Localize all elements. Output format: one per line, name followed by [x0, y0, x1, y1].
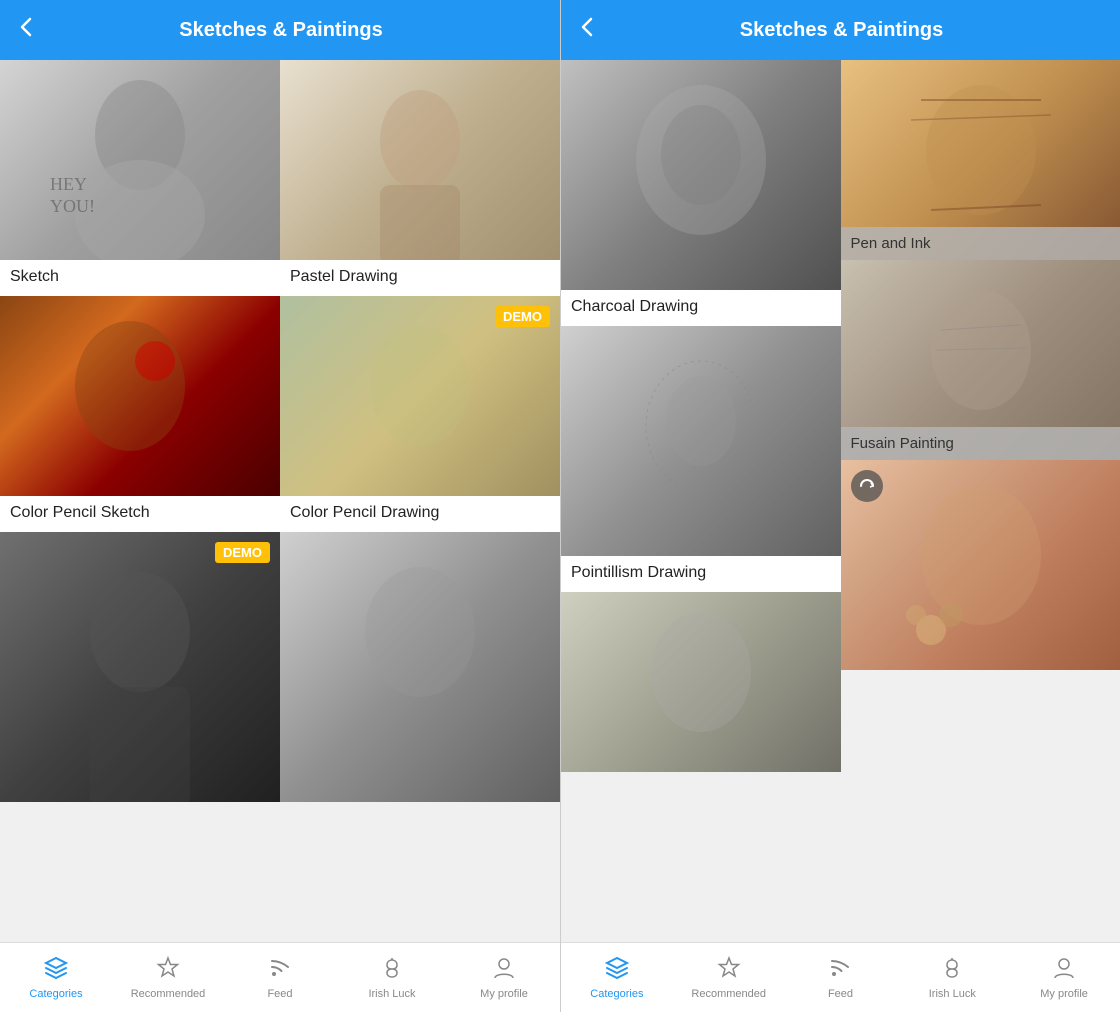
feed-icon [267, 955, 293, 985]
tab-categories-right[interactable]: Categories [561, 949, 673, 1006]
right-right-col: Pen and Ink Fusain Painting [841, 60, 1120, 772]
tab-label-my-profile-right: My profile [1040, 988, 1088, 1000]
filter-thumb-pointillism [561, 326, 841, 556]
filter-item-double-exp[interactable] [841, 460, 1120, 670]
demo-badge-new: DEMO [215, 542, 270, 563]
right-left-col: Charcoal Drawing Pointillism Drawing [561, 60, 841, 772]
filter-thumb-color-sketch [0, 296, 280, 496]
recommended-icon [155, 955, 181, 985]
filter-item-pointillism[interactable]: Pointillism Drawing [561, 326, 841, 592]
my-profile-icon-left [491, 955, 517, 985]
right-header: Sketches & Paintings [561, 0, 1120, 60]
categories-icon [43, 955, 69, 985]
tab-categories-left[interactable]: Categories [0, 949, 112, 1006]
right-scroll-content: Charcoal Drawing Pointillism Drawing [561, 60, 1120, 942]
filter-label-pen-ink: Pen and Ink [841, 227, 1120, 260]
filter-thumb-sketch: HEY YOU! [0, 60, 280, 260]
tab-feed-right[interactable]: Feed [785, 949, 897, 1006]
tab-label-feed-left: Feed [267, 988, 292, 1000]
tab-label-categories-left: Categories [29, 988, 82, 1000]
right-top-row: Charcoal Drawing Pointillism Drawing [561, 60, 1120, 772]
filter-label-fusain: Fusain Painting [841, 427, 1120, 460]
filter-item-color-sketch[interactable]: Color Pencil Sketch [0, 296, 280, 532]
irish-luck-icon-right [939, 955, 965, 985]
filter-item-fusain[interactable]: Fusain Painting [841, 260, 1120, 460]
tab-irish-luck-left[interactable]: Irish Luck [336, 949, 448, 1006]
svg-text:HEY: HEY [50, 174, 87, 194]
filter-thumb-charcoal [561, 60, 841, 290]
filter-thumb-bottom-left [280, 532, 560, 802]
tab-label-recommended-left: Recommended [131, 988, 206, 1000]
filter-thumb-new [0, 532, 280, 802]
filter-label-color-pencil: Color Pencil Drawing [280, 496, 560, 532]
filter-thumb-pastel [280, 60, 560, 260]
tab-label-feed-right: Feed [828, 988, 853, 1000]
left-scroll-content: HEY YOU! Sketch Pastel Drawing [0, 60, 560, 942]
filter-item-color-pencil[interactable]: DEMO Color Pencil Drawing [280, 296, 560, 532]
filter-item-pen-ink[interactable]: Pen and Ink [841, 60, 1120, 260]
right-panel: Sketches & Paintings Charcoal Drawing [560, 0, 1120, 1012]
tab-label-recommended-right: Recommended [691, 988, 766, 1000]
filter-thumb-bottom-sketch-right [561, 592, 841, 772]
left-header-title: Sketches & Paintings [48, 19, 514, 42]
tab-label-irish-luck-left: Irish Luck [368, 988, 415, 1000]
filter-label-charcoal: Charcoal Drawing [561, 290, 841, 326]
tab-feed-left[interactable]: Feed [224, 949, 336, 1006]
my-profile-icon-right [1051, 955, 1077, 985]
tab-recommended-left[interactable]: Recommended [112, 949, 224, 1006]
filter-label-color-sketch: Color Pencil Sketch [0, 496, 280, 532]
filter-item-charcoal[interactable]: Charcoal Drawing [561, 60, 841, 326]
filter-thumb-double-exp [841, 460, 1120, 670]
right-back-button[interactable] [577, 16, 597, 44]
left-filter-grid: HEY YOU! Sketch Pastel Drawing [0, 60, 560, 802]
tab-recommended-right[interactable]: Recommended [673, 949, 785, 1006]
feed-icon-right [827, 955, 853, 985]
tab-my-profile-left[interactable]: My profile [448, 949, 560, 1006]
recommended-icon-right [716, 955, 742, 985]
filter-label-pastel: Pastel Drawing [280, 260, 560, 296]
svg-text:YOU!: YOU! [50, 196, 95, 216]
tab-label-irish-luck-right: Irish Luck [929, 988, 976, 1000]
tab-label-my-profile-left: My profile [480, 988, 528, 1000]
right-header-title: Sketches & Paintings [609, 19, 1074, 42]
tab-my-profile-right[interactable]: My profile [1008, 949, 1120, 1006]
filter-label-pointillism: Pointillism Drawing [561, 556, 841, 592]
right-tab-bar: Categories Recommended Feed [561, 942, 1120, 1012]
filter-item-pastel[interactable]: Pastel Drawing [280, 60, 560, 296]
irish-luck-icon [379, 955, 405, 985]
filter-item-new[interactable]: DEMO [0, 532, 280, 802]
left-back-button[interactable] [16, 16, 36, 44]
left-tab-bar: Categories Recommended Feed [0, 942, 560, 1012]
filter-item-bottom-left[interactable] [280, 532, 560, 802]
left-panel: Sketches & Paintings HEY YOU! Sketch [0, 0, 560, 1012]
filter-label-sketch: Sketch [0, 260, 280, 296]
tab-label-categories-right: Categories [590, 988, 643, 1000]
rotation-badge [851, 470, 883, 502]
filter-item-bottom-sketch-right[interactable] [561, 592, 841, 772]
demo-badge-color-pencil: DEMO [495, 306, 550, 327]
filter-item-sketch[interactable]: HEY YOU! Sketch [0, 60, 280, 296]
tab-irish-luck-right[interactable]: Irish Luck [896, 949, 1008, 1006]
left-header: Sketches & Paintings [0, 0, 560, 60]
categories-icon-right [604, 955, 630, 985]
